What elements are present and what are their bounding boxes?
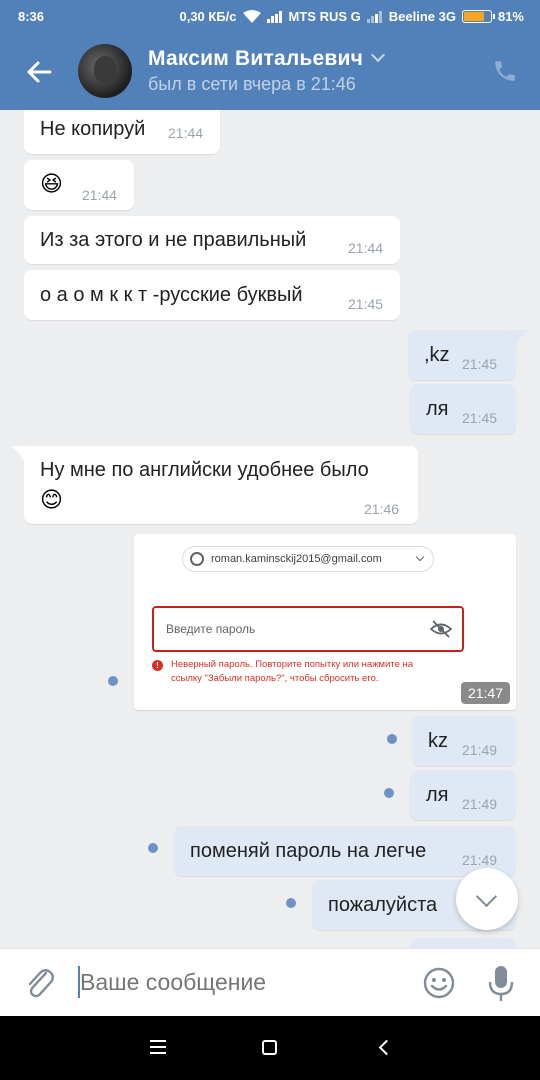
message-incoming[interactable]: Ну мне по английски удобнее было 😊 21:46 <box>24 446 418 524</box>
unread-dot <box>286 898 296 908</box>
message-outgoing[interactable]: kz 21:49 <box>412 716 516 766</box>
signal-icon <box>266 10 282 23</box>
message-input[interactable] <box>80 969 400 996</box>
clock: 8:36 <box>18 9 45 24</box>
last-seen-status: был в сети вчера в 21:46 <box>148 74 356 94</box>
paperclip-icon[interactable] <box>22 963 58 1003</box>
message-time: 21:45 <box>462 410 498 426</box>
contact-name[interactable]: Максим Витальевич <box>148 47 386 71</box>
message-incoming[interactable]: Не копируй 21:44 <box>24 110 220 154</box>
password-placeholder: Введите пароль <box>166 622 256 636</box>
chevron-down-icon <box>415 552 425 562</box>
message-outgoing[interactable]: поменяй пароль на легче 21:49 <box>174 826 516 876</box>
carrier-1: MTS RUS G <box>288 9 361 24</box>
message-incoming[interactable]: 😆 21:44 <box>24 160 134 210</box>
back-arrow-icon[interactable] <box>20 52 60 92</box>
message-incoming[interactable]: о а о м к к т -русские буквый 21:45 <box>24 270 400 320</box>
message-text: поменяй пароль на легче <box>190 840 427 862</box>
image-message[interactable]: roman.kaminsckij2015@gmail.com Введите п… <box>134 534 516 710</box>
account-email: roman.kaminsckij2015@gmail.com <box>211 553 382 565</box>
phone-call-icon[interactable] <box>492 58 518 84</box>
message-text: Не копируй <box>40 118 146 140</box>
message-time: 21:49 <box>462 742 498 758</box>
error-text-2: ссылку "Забыли пароль?", чтобы сбросить … <box>171 673 379 684</box>
account-icon <box>190 552 204 566</box>
message-time: 21:46 <box>364 501 400 517</box>
unread-dot <box>108 676 118 686</box>
scroll-down-button[interactable] <box>456 868 518 930</box>
eye-off-icon <box>430 620 452 638</box>
error-icon: ! <box>152 660 163 671</box>
signal-icon-2 <box>366 10 382 23</box>
app-header: 8:36 0,30 КБ/с MTS RUS G Beeline 3G 81% … <box>0 0 540 110</box>
emoji-smiling: 😊 <box>40 487 63 512</box>
contact-name-text: Максим Витальевич <box>148 47 363 70</box>
message-time: 21:49 <box>462 796 498 812</box>
message-time: 21:44 <box>82 187 118 203</box>
battery-icon <box>461 10 495 23</box>
chevron-down-icon <box>475 885 498 908</box>
wifi-icon <box>242 10 261 23</box>
contact-avatar[interactable] <box>78 44 132 98</box>
message-text: о а о м к к т -русские буквый <box>40 284 303 306</box>
unread-dot <box>387 734 397 744</box>
message-time: 21:44 <box>168 125 204 141</box>
message-incoming[interactable]: Из за этого и не правильный 21:44 <box>24 216 400 264</box>
account-chip: roman.kaminsckij2015@gmail.com <box>182 546 434 572</box>
net-speed: 0,30 КБ/с <box>179 9 237 24</box>
message-outgoing[interactable]: ,kz 21:45 <box>408 330 516 380</box>
emoji-laughing: 😆 <box>40 171 63 196</box>
message-time: 21:44 <box>348 240 384 256</box>
menu-icon[interactable] <box>150 1040 166 1054</box>
message-text: ля <box>426 398 449 420</box>
status-bar: 8:36 0,30 КБ/с MTS RUS G Beeline 3G 81% <box>0 0 540 34</box>
message-outgoing[interactable] <box>410 938 516 948</box>
battery-percent: 81% <box>497 9 524 24</box>
message-outgoing[interactable]: ля 21:49 <box>410 770 516 820</box>
message-text: ля <box>426 784 449 806</box>
message-time: 21:45 <box>462 356 498 372</box>
message-text: kz <box>428 730 448 752</box>
message-time: 21:45 <box>348 296 384 312</box>
emoji-smile-icon[interactable] <box>422 966 456 1000</box>
unread-dot <box>148 843 158 853</box>
system-nav-bar <box>0 1016 540 1080</box>
message-text: ,kz <box>424 344 450 366</box>
chevron-down-icon <box>370 47 386 63</box>
carrier-2: Beeline 3G <box>388 9 456 24</box>
message-text: пожалуйста <box>328 894 438 916</box>
password-field: Введите пароль <box>152 606 464 652</box>
message-composer <box>0 948 540 1016</box>
unread-dot <box>384 788 394 798</box>
message-time: 21:47 <box>460 682 510 704</box>
message-outgoing[interactable]: ля 21:45 <box>410 384 516 434</box>
error-text-1: Неверный пароль. Повторите попытку или н… <box>171 659 414 670</box>
home-icon[interactable] <box>262 1040 277 1055</box>
back-icon[interactable] <box>378 1039 395 1056</box>
message-text: Ну мне по английски удобнее было <box>40 459 369 481</box>
microphone-icon[interactable] <box>486 963 516 1003</box>
bubble-tail <box>512 330 530 346</box>
status-indicators: 0,30 КБ/с MTS RUS G Beeline 3G 81% <box>179 9 524 24</box>
message-list[interactable]: Не копируй 21:44 😆 21:44 Из за этого и н… <box>0 110 540 948</box>
message-text: Из за этого и не правильный <box>40 229 307 251</box>
message-time: 21:49 <box>462 852 498 868</box>
